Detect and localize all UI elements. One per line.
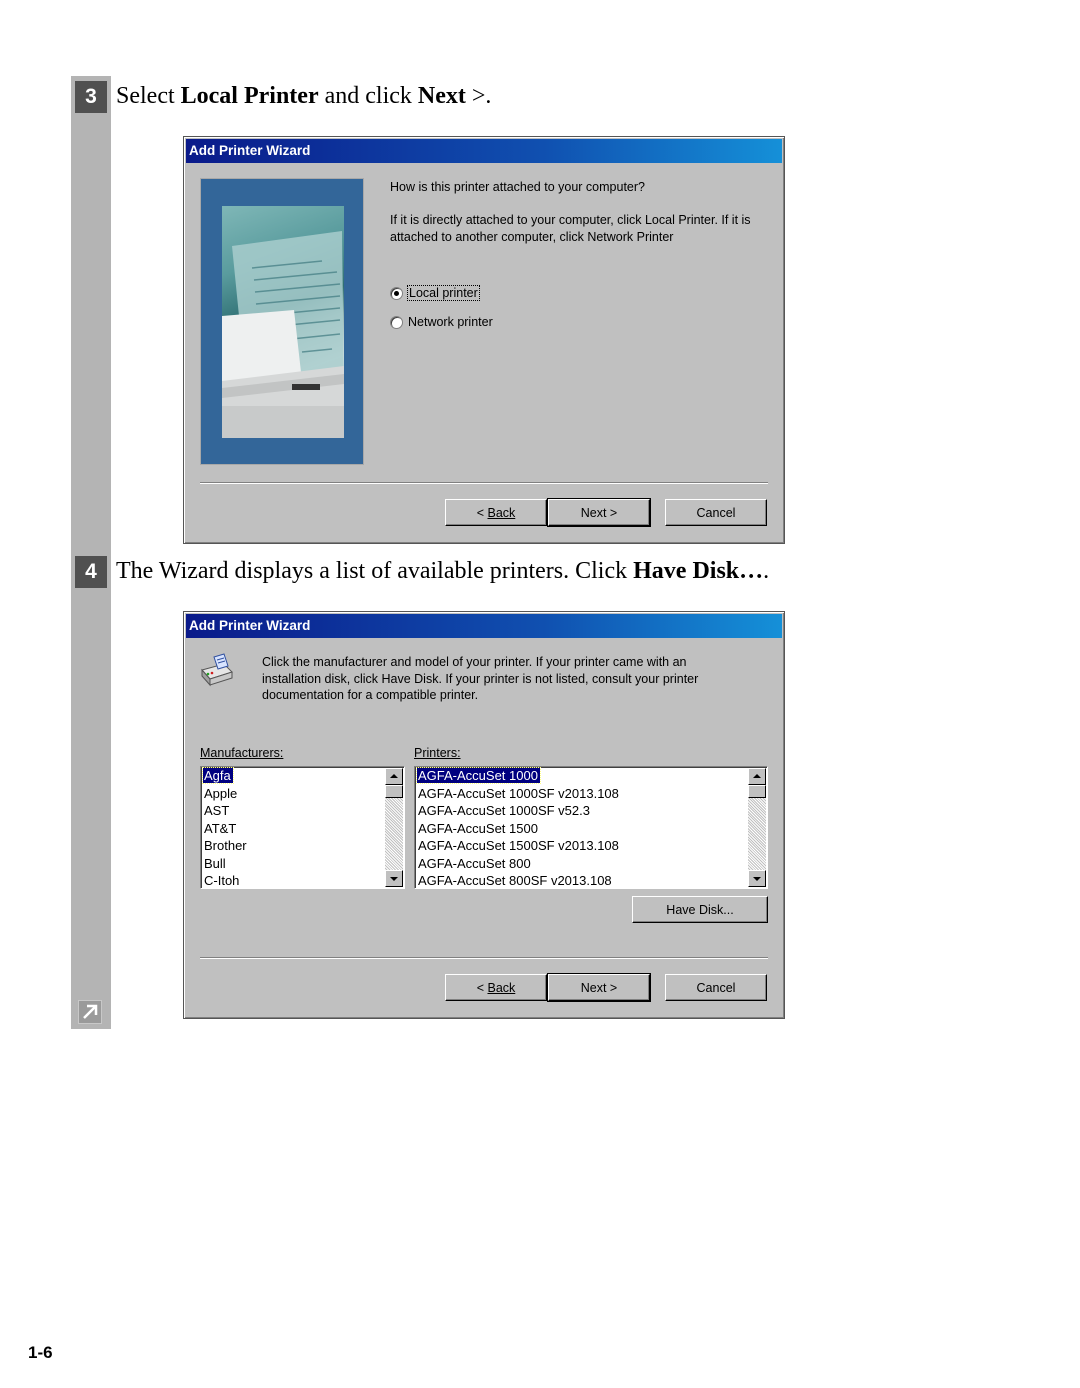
cancel-button[interactable]: Cancel — [665, 499, 767, 526]
printer-item[interactable]: AGFA-AccuSet 800 — [415, 855, 767, 873]
scroll-up-button[interactable] — [385, 768, 403, 785]
manufacturer-item-label: Apple — [204, 785, 238, 801]
manufacturers-label-text: Manufacturers: — [200, 746, 284, 760]
step-number-4: 4 — [75, 556, 107, 588]
scroll-down-button[interactable] — [748, 870, 766, 887]
arrow-down-icon — [390, 877, 398, 881]
attachment-instructions: If it is directly attached to your compu… — [390, 213, 751, 244]
manufacturer-item[interactable]: Bull — [201, 855, 404, 873]
manufacturer-item[interactable]: Brother — [201, 837, 404, 855]
back-button[interactable]: < Back — [445, 499, 547, 526]
next-button[interactable]: Next > — [547, 973, 651, 1002]
model-instructions: Click the manufacturer and model of your… — [262, 655, 699, 702]
printer-item[interactable]: AGFA-AccuSet 1000 — [415, 767, 767, 785]
step-sidebar — [71, 76, 111, 1029]
manufacturers-label: Manufacturers: — [200, 745, 283, 762]
printers-listbox[interactable]: AGFA-AccuSet 1000 AGFA-AccuSet 1000SF v20… — [414, 766, 768, 889]
printers-label: Printers: — [414, 745, 461, 762]
manufacturer-item[interactable]: C-Itoh — [201, 872, 404, 888]
step-3-text: and click — [318, 83, 418, 109]
manufacturer-item-label: Agfa — [202, 767, 234, 784]
dialog-title: Add Printer Wizard — [186, 614, 782, 638]
scroll-up-button[interactable] — [748, 768, 766, 785]
printer-item[interactable]: AGFA-AccuSet 1000SF v52.3 — [415, 802, 767, 820]
step-4-instruction: The Wizard displays a list of available … — [116, 558, 769, 585]
arrow-down-icon — [753, 877, 761, 881]
printer-item-label: AGFA-AccuSet 1000SF v2013.108 — [418, 785, 619, 801]
step-3-bold-local-printer: Local Printer — [180, 83, 319, 109]
manufacturers-scrollbar[interactable] — [385, 768, 403, 887]
step-3-bold-next: Next — [417, 83, 466, 109]
arrow-up-icon — [753, 774, 761, 778]
arrow-up-icon — [390, 774, 398, 778]
printers-label-text: Printers: — [414, 746, 461, 760]
step-4-text: . — [763, 558, 770, 584]
step-3-text: Select — [116, 83, 181, 109]
printer-item-label: AGFA-AccuSet 1000SF v52.3 — [418, 803, 590, 818]
printer-item-label: AGFA-AccuSet 800SF v2013.108 — [418, 873, 612, 888]
manufacturer-item[interactable]: Apple — [201, 785, 404, 803]
back-label: Back — [487, 506, 516, 520]
printer-item-label: AGFA-AccuSet 1000 — [416, 767, 541, 784]
scroll-thumb[interactable] — [748, 785, 766, 798]
manufacturer-item-label: Brother — [204, 838, 247, 853]
cancel-button[interactable]: Cancel — [665, 974, 767, 1001]
attachment-question: How is this printer attached to your com… — [390, 180, 645, 194]
manufacturer-item[interactable]: AT&T — [201, 820, 404, 838]
manufacturer-item-label: AST — [204, 803, 230, 818]
arrow-up-right-icon — [78, 1000, 102, 1024]
printer-item-label: AGFA-AccuSet 1500 — [418, 820, 538, 836]
radio-button-checked[interactable] — [390, 286, 403, 300]
printers-list: AGFA-AccuSet 1000 AGFA-AccuSet 1000SF v20… — [415, 767, 767, 888]
manufacturer-item[interactable]: Agfa — [201, 767, 404, 785]
printers-scrollbar[interactable] — [748, 768, 766, 887]
step-3-instruction: Select Local Printer and click Next >. — [116, 83, 491, 110]
scroll-thumb[interactable] — [385, 785, 403, 798]
printer-item[interactable]: AGFA-AccuSet 800SF v2013.108 — [415, 872, 767, 888]
manufacturer-item-label: AT&T — [204, 820, 237, 836]
manufacturer-item[interactable]: AST — [201, 802, 404, 820]
step-4-text: The Wizard displays a list of available … — [116, 558, 634, 584]
button-separator — [200, 482, 768, 484]
step-3-text: >. — [465, 83, 492, 109]
button-separator — [200, 957, 768, 959]
radio-button-unchecked[interactable] — [390, 315, 403, 329]
back-arrow: < — [476, 506, 488, 520]
printer-item-label: AGFA-AccuSet 1500SF v2013.108 — [418, 838, 619, 853]
back-label: Back — [487, 981, 516, 995]
add-printer-wizard-dialog-1: Add Printer Wizard How is this printer a… — [183, 136, 785, 544]
have-disk-button[interactable]: Have Disk... — [632, 896, 768, 923]
printer-photo-image — [222, 206, 344, 438]
manufacturers-list: Agfa Apple AST AT&T Brother Bull C-Itoh — [201, 767, 404, 888]
back-button[interactable]: < Back — [445, 974, 547, 1001]
manufacturer-item-label: C-Itoh — [204, 873, 240, 888]
dialog-title: Add Printer Wizard — [186, 139, 782, 163]
add-printer-wizard-dialog-2: Add Printer Wizard Click the manufacture… — [183, 611, 785, 1019]
manufacturer-item-label: Bull — [204, 855, 226, 871]
wizard-side-image — [200, 178, 364, 465]
manufacturers-listbox[interactable]: Agfa Apple AST AT&T Brother Bull C-Itoh — [200, 766, 405, 889]
step-4-bold-have-disk: Have Disk… — [633, 558, 764, 584]
page-number: 1-6 — [28, 1343, 53, 1362]
printer-item[interactable]: AGFA-AccuSet 1500SF v2013.108 — [415, 837, 767, 855]
local-printer-radio[interactable]: Local printer — [390, 285, 480, 301]
scroll-down-button[interactable] — [385, 870, 403, 887]
network-printer-label[interactable]: Network printer — [408, 315, 493, 329]
printer-item[interactable]: AGFA-AccuSet 1500 — [415, 820, 767, 838]
step-number-3: 3 — [75, 81, 107, 113]
local-printer-label[interactable]: Local printer — [407, 285, 480, 301]
printer-item-label: AGFA-AccuSet 800 — [418, 855, 531, 871]
printer-icon — [198, 652, 238, 688]
next-button[interactable]: Next > — [547, 498, 651, 527]
printer-item[interactable]: AGFA-AccuSet 1000SF v2013.108 — [415, 785, 767, 803]
back-arrow: < — [476, 981, 488, 995]
network-printer-radio[interactable]: Network printer — [390, 315, 493, 329]
